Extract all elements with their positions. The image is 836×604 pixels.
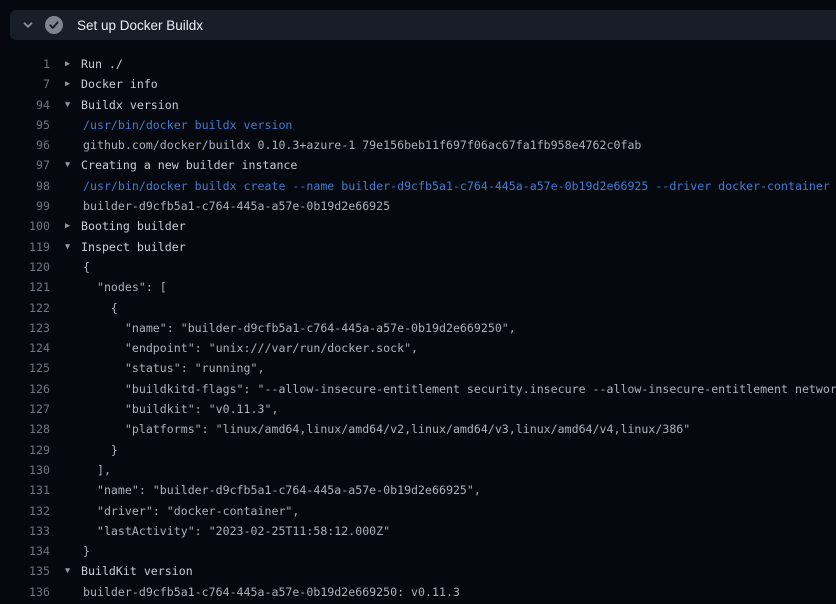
line-number[interactable]: 129: [0, 440, 50, 460]
line-number[interactable]: 7: [0, 74, 50, 94]
output-text: }: [83, 541, 836, 561]
line-number[interactable]: 135: [0, 561, 50, 581]
group-collapsed-icon[interactable]: ▶: [65, 54, 77, 74]
output-text: ],: [83, 460, 836, 480]
check-circle-icon: [45, 16, 63, 34]
line-number[interactable]: 125: [0, 358, 50, 378]
output-text: "endpoint": "unix:///var/run/docker.sock…: [83, 338, 836, 358]
line-number[interactable]: 127: [0, 399, 50, 419]
log-line: 136 builder-d9cfb5a1-c764-445a-a57e-0b19d…: [0, 582, 836, 602]
actions-log-viewer: Set up Docker Buildx 1▶Run ./7▶Docker in…: [0, 0, 836, 604]
output-text: "lastActivity": "2023-02-25T11:58:12.000…: [83, 521, 836, 541]
group-expanded-icon[interactable]: ▼: [65, 95, 77, 115]
log-line: 122 {: [0, 298, 836, 318]
line-number[interactable]: 126: [0, 379, 50, 399]
log-line: 134}: [0, 541, 836, 561]
line-number[interactable]: 96: [0, 135, 50, 155]
output-text: {: [83, 298, 836, 318]
log-line: 128 "platforms": "linux/amd64,linux/amd6…: [0, 419, 836, 439]
step-header-set-up-docker-buildx[interactable]: Set up Docker Buildx: [10, 10, 836, 40]
output-text: github.com/docker/buildx 0.10.3+azure-1 …: [83, 135, 836, 155]
line-number[interactable]: 130: [0, 460, 50, 480]
log-line: 132 "driver": "docker-container",: [0, 501, 836, 521]
line-number[interactable]: 133: [0, 521, 50, 541]
line-number[interactable]: 124: [0, 338, 50, 358]
log-group-line[interactable]: 1 ▶Run ./: [0, 54, 836, 74]
group-title: Run ./: [81, 54, 836, 74]
line-number[interactable]: 128: [0, 419, 50, 439]
command-text: /usr/bin/docker buildx create --name bui…: [83, 176, 836, 196]
line-number[interactable]: 120: [0, 257, 50, 277]
log-group-line[interactable]: 135 ▼BuildKit version: [0, 561, 836, 581]
output-text: "name": "builder-d9cfb5a1-c764-445a-a57e…: [83, 480, 836, 500]
line-number[interactable]: 1: [0, 54, 50, 74]
output-text: "nodes": [: [83, 277, 836, 297]
log-line: 127 "buildkit": "v0.11.3",: [0, 399, 836, 419]
log-line: 131 "name": "builder-d9cfb5a1-c764-445a-…: [0, 480, 836, 500]
group-title: Buildx version: [81, 95, 836, 115]
output-text: builder-d9cfb5a1-c764-445a-a57e-0b19d2e6…: [83, 582, 836, 602]
log-line: 124 "endpoint": "unix:///var/run/docker.…: [0, 338, 836, 358]
log-line: 129 }: [0, 440, 836, 460]
group-title: Booting builder: [81, 216, 836, 236]
group-expanded-icon[interactable]: ▼: [65, 561, 77, 581]
output-text: "buildkitd-flags": "--allow-insecure-ent…: [83, 379, 836, 399]
line-number[interactable]: 134: [0, 541, 50, 561]
line-number[interactable]: 98: [0, 176, 50, 196]
group-collapsed-icon[interactable]: ▶: [65, 216, 77, 236]
group-title: BuildKit version: [81, 561, 836, 581]
log-output: 1▶Run ./7▶Docker info94▼Buildx version95…: [0, 54, 836, 604]
group-expanded-icon[interactable]: ▼: [65, 155, 77, 175]
line-number[interactable]: 121: [0, 277, 50, 297]
line-number[interactable]: 99: [0, 196, 50, 216]
log-line: 95/usr/bin/docker buildx version: [0, 115, 836, 135]
command-text: /usr/bin/docker buildx version: [83, 115, 836, 135]
output-text: {: [83, 257, 836, 277]
line-number[interactable]: 122: [0, 298, 50, 318]
log-line: 133 "lastActivity": "2023-02-25T11:58:12…: [0, 521, 836, 541]
line-number[interactable]: 132: [0, 501, 50, 521]
output-text: "driver": "docker-container",: [83, 501, 836, 521]
log-group-line[interactable]: 97 ▼Creating a new builder instance: [0, 155, 836, 175]
log-group-line[interactable]: 119 ▼Inspect builder: [0, 237, 836, 257]
log-group-line[interactable]: 100 ▶Booting builder: [0, 216, 836, 236]
log-line: 130 ],: [0, 460, 836, 480]
output-text: "status": "running",: [83, 358, 836, 378]
group-title: Docker info: [81, 74, 836, 94]
log-line: 96 github.com/docker/buildx 0.10.3+azure-…: [0, 135, 836, 155]
step-title: Set up Docker Buildx: [77, 18, 203, 33]
line-number[interactable]: 95: [0, 115, 50, 135]
line-number[interactable]: 94: [0, 95, 50, 115]
line-number[interactable]: 97: [0, 155, 50, 175]
output-text: builder-d9cfb5a1-c764-445a-a57e-0b19d2e6…: [83, 196, 836, 216]
line-number[interactable]: 119: [0, 237, 50, 257]
log-group-line[interactable]: 94 ▼Buildx version: [0, 95, 836, 115]
output-text: "name": "builder-d9cfb5a1-c764-445a-a57e…: [83, 318, 836, 338]
line-number[interactable]: 123: [0, 318, 50, 338]
log-line: 125 "status": "running",: [0, 358, 836, 378]
log-line: 126 "buildkitd-flags": "--allow-insecure…: [0, 379, 836, 399]
group-expanded-icon[interactable]: ▼: [65, 237, 77, 257]
log-line: 98/usr/bin/docker buildx create --name b…: [0, 176, 836, 196]
group-title: Inspect builder: [81, 237, 836, 257]
log-line: 123 "name": "builder-d9cfb5a1-c764-445a-…: [0, 318, 836, 338]
line-number[interactable]: 100: [0, 216, 50, 236]
log-line: 120 {: [0, 257, 836, 277]
output-text: "platforms": "linux/amd64,linux/amd64/v2…: [83, 419, 836, 439]
output-text: }: [83, 440, 836, 460]
line-number[interactable]: 131: [0, 480, 50, 500]
log-group-line[interactable]: 7 ▶Docker info: [0, 74, 836, 94]
group-title: Creating a new builder instance: [81, 155, 836, 175]
log-line: 99 builder-d9cfb5a1-c764-445a-a57e-0b19d2…: [0, 196, 836, 216]
log-line: 121 "nodes": [: [0, 277, 836, 297]
line-number[interactable]: 136: [0, 582, 50, 602]
chevron-down-icon[interactable]: [22, 19, 34, 31]
group-collapsed-icon[interactable]: ▶: [65, 74, 77, 94]
output-text: "buildkit": "v0.11.3",: [83, 399, 836, 419]
